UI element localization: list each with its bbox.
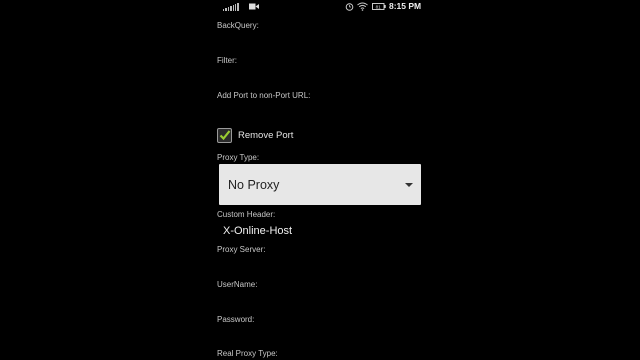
- remove-port-row[interactable]: Remove Port: [217, 128, 293, 143]
- remove-port-checkbox[interactable]: [217, 128, 232, 143]
- dropdown-caret-icon: [405, 183, 413, 187]
- proxy-type-label: Proxy Type:: [217, 153, 260, 162]
- proxy-type-value: No Proxy: [228, 177, 280, 192]
- alarm-icon: [345, 2, 354, 13]
- battery-level: 81: [376, 5, 382, 10]
- add-port-label[interactable]: Add Port to non-Port URL:: [217, 91, 310, 100]
- video-camera-icon: [249, 3, 259, 12]
- custom-header-input[interactable]: X-Online-Host: [223, 225, 292, 237]
- remove-port-label: Remove Port: [238, 130, 294, 141]
- battery-icon: 81: [372, 3, 386, 12]
- signal-icon: [223, 3, 239, 11]
- status-time: 8:15 PM: [389, 1, 422, 11]
- password-label[interactable]: Password:: [217, 315, 254, 324]
- status-bar: 81 8:15 PM: [211, 0, 427, 14]
- phone-screen: 81 8:15 PM BackQuery: Filter: Add Port t…: [211, 0, 427, 360]
- proxy-type-dropdown[interactable]: No Proxy: [219, 164, 421, 205]
- username-label[interactable]: UserName:: [217, 280, 257, 289]
- real-proxy-type-label[interactable]: Real Proxy Type:: [217, 349, 278, 358]
- custom-header-label: Custom Header:: [217, 210, 276, 219]
- wifi-icon: [357, 2, 368, 13]
- back-query-label[interactable]: BackQuery:: [217, 21, 259, 30]
- checkmark-icon: [219, 130, 231, 141]
- filter-label[interactable]: Filter:: [217, 56, 237, 65]
- proxy-server-label[interactable]: Proxy Server:: [217, 245, 265, 254]
